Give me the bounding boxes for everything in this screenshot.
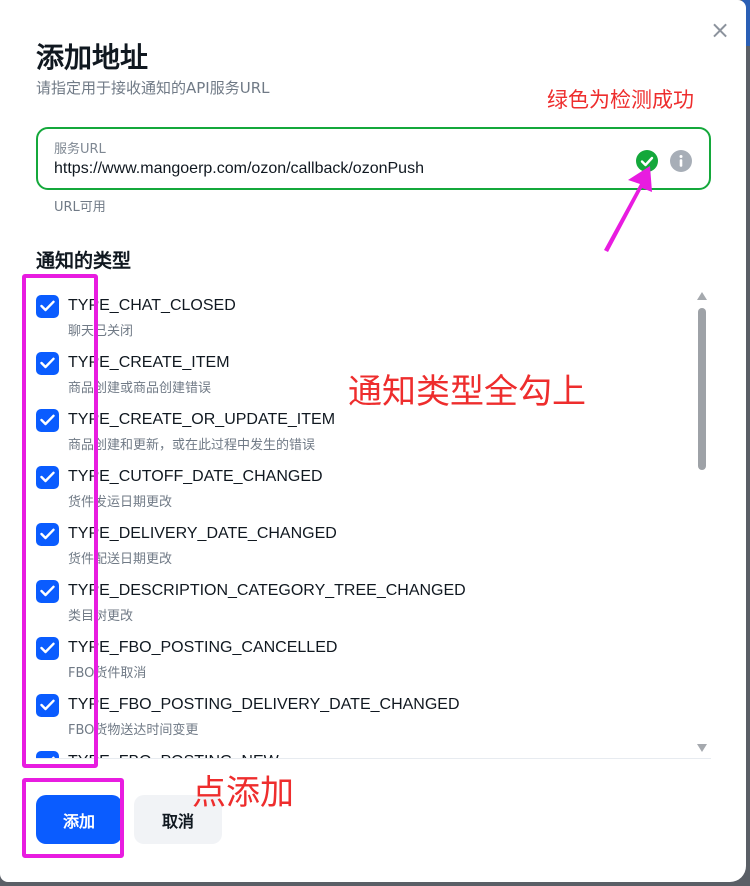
checkbox-checked[interactable] — [36, 637, 59, 660]
list-scrollbar[interactable] — [694, 290, 710, 756]
checkbox-checked[interactable] — [36, 580, 59, 603]
notification-type-name: TYPE_DELIVERY_DATE_CHANGED — [68, 525, 337, 542]
checkmark-icon — [40, 528, 55, 540]
add-address-dialog: × 添加地址 请指定用于接收通知的API服务URL 服务URL URL可用 通知… — [0, 0, 746, 882]
url-status-hint: URL可用 — [54, 200, 106, 215]
info-icon[interactable] — [670, 150, 692, 172]
checkmark-icon — [40, 471, 55, 483]
scroll-down-arrow-icon[interactable] — [697, 744, 707, 752]
checkbox-checked[interactable] — [36, 352, 59, 375]
notification-type-desc: FBO货件取消 — [68, 666, 147, 681]
dialog-title: 添加地址 — [36, 41, 149, 74]
notification-type-name: TYPE_FBO_POSTING_CANCELLED — [68, 639, 338, 656]
checkmark-icon — [40, 699, 55, 711]
dialog-subtitle: 请指定用于接收通知的API服务URL — [36, 79, 270, 97]
checkmark-icon — [40, 300, 55, 312]
notification-type-desc: 商品创建和更新，或在此过程中发生的错误 — [68, 438, 316, 453]
list-item[interactable]: TYPE_DELIVERY_DATE_CHANGED 货件配送日期更改 — [36, 518, 676, 575]
notification-type-name: TYPE_DESCRIPTION_CATEGORY_TREE_CHANGED — [68, 582, 466, 599]
checkbox-checked[interactable] — [36, 409, 59, 432]
list-item[interactable]: TYPE_CUTOFF_DATE_CHANGED 货件发运日期更改 — [36, 461, 676, 518]
notification-type-name: TYPE_CREATE_ITEM — [68, 354, 230, 371]
notification-type-desc: 聊天已关闭 — [68, 324, 134, 339]
service-url-input[interactable] — [54, 157, 614, 181]
notification-types-title: 通知的类型 — [36, 250, 132, 272]
list-item[interactable]: TYPE_FBO_POSTING_DELIVERY_DATE_CHANGED FB… — [36, 689, 676, 746]
checkmark-icon — [40, 585, 55, 597]
notification-type-name: TYPE_FBO_POSTING_DELIVERY_DATE_CHANGED — [68, 696, 460, 713]
list-item[interactable]: TYPE_FBO_POSTING_CANCELLED FBO货件取消 — [36, 632, 676, 689]
service-url-label: 服务URL — [54, 142, 106, 157]
service-url-field[interactable]: 服务URL — [36, 127, 711, 190]
checkmark-icon — [40, 357, 55, 369]
list-item[interactable]: TYPE_CHAT_CLOSED 聊天已关闭 — [36, 290, 676, 347]
checkmark-icon — [40, 642, 55, 654]
add-button[interactable]: 添加 — [36, 795, 122, 844]
notification-type-name: TYPE_CUTOFF_DATE_CHANGED — [68, 468, 323, 485]
checkbox-checked[interactable] — [36, 523, 59, 546]
notification-types-list[interactable]: TYPE_CHAT_CLOSED 聊天已关闭 TYPE_CREATE_ITEM 商品创… — [0, 284, 694, 758]
checkbox-checked[interactable] — [36, 751, 59, 758]
footer-divider — [36, 758, 711, 759]
annotation-text-check-all: 通知类型全勾上 — [348, 372, 586, 412]
annotation-text-click-add: 点添加 — [192, 773, 294, 813]
checkbox-checked[interactable] — [36, 466, 59, 489]
notification-type-name: TYPE_CHAT_CLOSED — [68, 297, 236, 314]
notification-type-name: TYPE_CREATE_OR_UPDATE_ITEM — [68, 411, 336, 428]
scroll-up-arrow-icon[interactable] — [697, 292, 707, 300]
annotation-text-green-success: 绿色为检测成功 — [547, 88, 694, 112]
checkmark-icon — [40, 414, 55, 426]
check-circle-icon — [636, 150, 658, 172]
notification-type-desc: 商品创建或商品创建错误 — [68, 381, 212, 396]
checkbox-checked[interactable] — [36, 694, 59, 717]
notification-type-desc: FBO货物送达时间变更 — [68, 723, 199, 738]
checkbox-checked[interactable] — [36, 295, 59, 318]
notification-type-desc: 货件发运日期更改 — [68, 495, 173, 510]
scroll-thumb[interactable] — [698, 308, 706, 470]
list-item[interactable]: TYPE_FBO_POSTING_NEW — [36, 746, 676, 758]
list-item[interactable]: TYPE_DESCRIPTION_CATEGORY_TREE_CHANGED 类目… — [36, 575, 676, 632]
close-icon[interactable]: × — [708, 18, 732, 42]
notification-type-desc: 类目树更改 — [68, 609, 134, 624]
notification-type-desc: 货件配送日期更改 — [68, 552, 173, 567]
